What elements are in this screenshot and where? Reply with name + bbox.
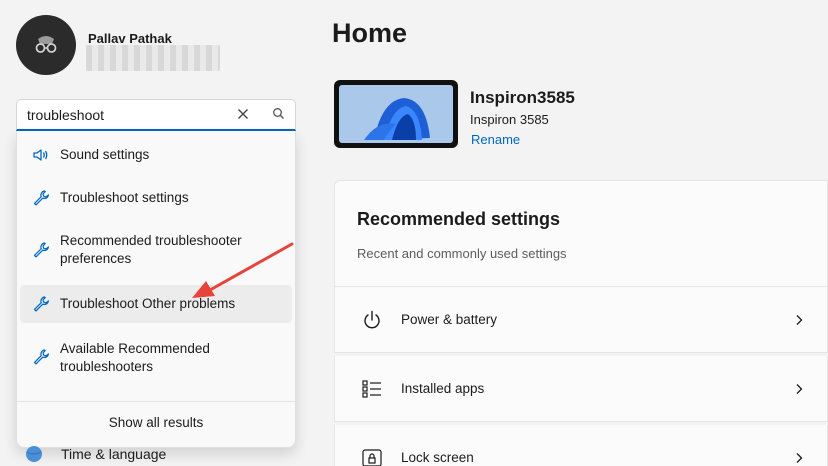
device-model: Inspiron 3585 xyxy=(470,112,549,127)
wrench-icon xyxy=(33,349,49,365)
apps-list-icon xyxy=(362,380,381,398)
speaker-icon xyxy=(33,149,48,161)
annotation-arrow-icon xyxy=(192,242,294,298)
device-thumbnail xyxy=(334,80,458,148)
wrench-icon xyxy=(33,296,49,312)
search-input[interactable] xyxy=(27,105,227,125)
navigation-pane: Pallav Pathak Sound settings xyxy=(0,0,320,466)
windows-bloom-wallpaper-icon xyxy=(339,85,453,143)
recommended-settings-subtitle: Recent and commonly used settings xyxy=(357,246,567,261)
settings-row-label: Installed apps xyxy=(401,381,485,396)
settings-row-label: Lock screen xyxy=(401,450,474,465)
search-result-troubleshoot-settings[interactable]: Troubleshoot settings xyxy=(20,183,292,213)
chevron-right-icon xyxy=(796,453,803,463)
show-all-results-button[interactable]: Show all results xyxy=(17,415,295,430)
wrench-icon xyxy=(33,190,49,206)
search-result-label: Sound settings xyxy=(60,147,150,162)
device-name: Inspiron3585 xyxy=(470,88,575,107)
page-title: Home xyxy=(332,18,408,48)
search-result-label: Troubleshoot settings xyxy=(60,190,189,205)
lock-screen-icon xyxy=(362,449,382,466)
chevron-right-icon xyxy=(796,384,803,394)
avatar[interactable] xyxy=(16,15,76,75)
search-box[interactable] xyxy=(16,99,296,131)
user-name: Pallav Pathak xyxy=(88,31,172,46)
settings-row-installed-apps[interactable]: Installed apps xyxy=(334,356,828,422)
search-result-sound-settings[interactable]: Sound settings xyxy=(20,141,292,169)
close-icon xyxy=(238,109,248,119)
recommended-settings-card: Recommended settings Recent and commonly… xyxy=(334,180,828,287)
power-icon xyxy=(364,310,380,329)
rename-link[interactable]: Rename xyxy=(471,132,520,147)
user-glasses-icon xyxy=(35,36,57,53)
search-button[interactable] xyxy=(269,104,289,124)
dropdown-divider xyxy=(17,401,295,402)
settings-row-label: Power & battery xyxy=(401,312,498,327)
search-result-label: Available Recommended troubleshooters xyxy=(60,341,210,374)
globe-clock-icon xyxy=(26,446,42,462)
wrench-icon xyxy=(33,242,49,258)
recommended-settings-title: Recommended settings xyxy=(357,209,561,229)
chevron-right-icon xyxy=(796,315,803,325)
search-result-available-recommended-troubleshooters[interactable]: Available Recommended troubleshooters xyxy=(20,335,292,381)
sidebar-item-label: Time & language xyxy=(61,446,167,462)
settings-row-lock-screen[interactable]: Lock screen xyxy=(334,425,828,466)
user-email-redacted xyxy=(86,45,220,71)
search-icon xyxy=(273,108,284,119)
sidebar-item-time-language[interactable]: Time & language xyxy=(24,444,224,466)
clear-search-button[interactable] xyxy=(233,104,253,124)
settings-row-power-battery[interactable]: Power & battery xyxy=(334,287,828,353)
